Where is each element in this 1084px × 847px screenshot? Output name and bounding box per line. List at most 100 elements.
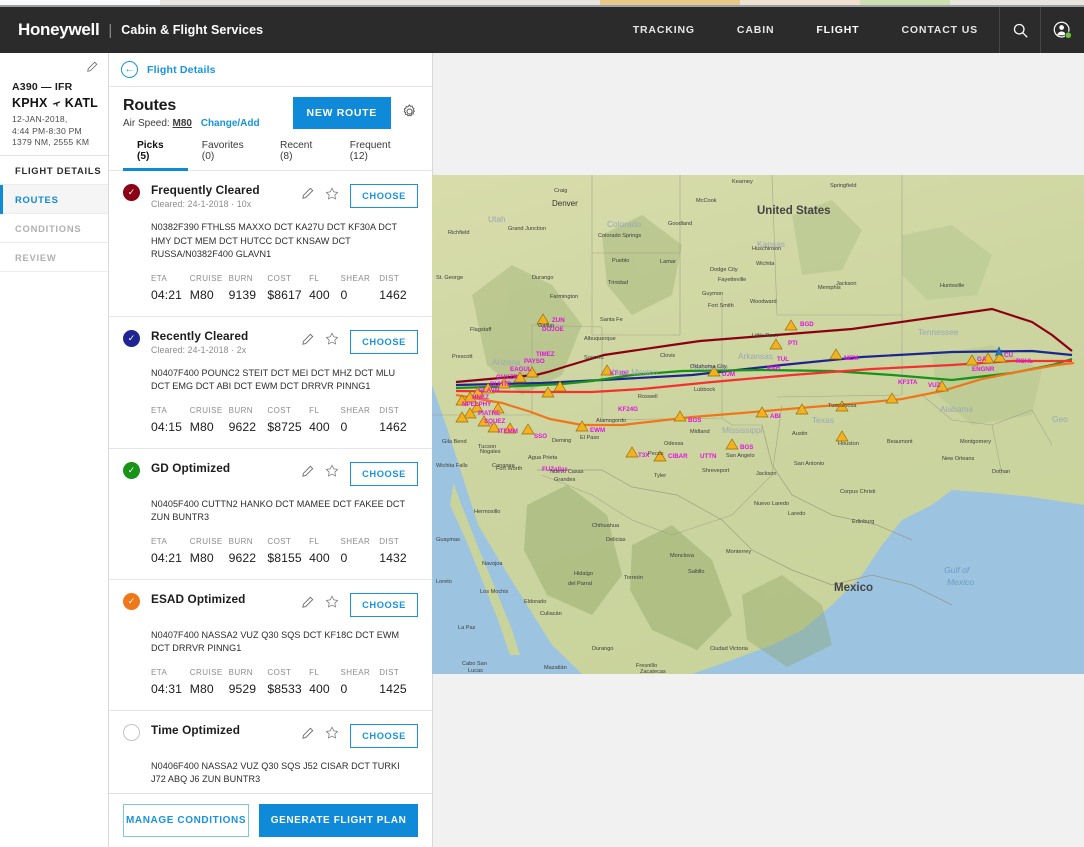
stat-label-cost: COST — [267, 667, 292, 677]
route-card[interactable]: ✓ GD Optimized CHOOSE N0405F400 CUTTN2 H… — [109, 449, 432, 580]
map-canvas[interactable]: BGD PTI PNH GA CU RSHL ENGNR VUZ ZUN DOJ… — [432, 175, 1084, 674]
route-card[interactable]: ✓ Frequently Cleared Cleared: 24-1-2018 … — [109, 171, 432, 317]
place-eldorado: Eldorado — [524, 599, 546, 605]
stat-label-cost: COST — [267, 405, 292, 415]
panel-header: Routes Air Speed: M80 Change/Add NEW ROU… — [109, 87, 432, 171]
edit-route-button[interactable] — [301, 596, 314, 614]
route-status-dot[interactable] — [123, 723, 140, 741]
edit-route-button[interactable] — [301, 727, 314, 745]
waypoint-label-itemm: ITEMM — [498, 428, 518, 435]
rail-item-review[interactable]: REVIEW — [0, 243, 108, 272]
stat-label-cost: COST — [267, 273, 292, 283]
waypoint-label-squez: SQUEZ — [484, 418, 506, 425]
favorite-route-button[interactable] — [325, 595, 339, 614]
rail-item-conditions[interactable]: CONDITIONS — [0, 214, 108, 243]
route-card[interactable]: ✓ Recently Cleared Cleared: 24-1-2018 · … — [109, 317, 432, 449]
edit-route-button[interactable] — [301, 187, 314, 205]
nav-link-contact-us[interactable]: CONTACT US — [880, 7, 999, 53]
place-zacatecas: Zacatecas — [640, 669, 666, 674]
route-status-dot[interactable]: ✓ — [123, 184, 140, 201]
route-card[interactable]: Time Optimized CHOOSE N0406F400 NASSA2 V… — [109, 711, 432, 794]
nav-link-cabin[interactable]: CABIN — [716, 7, 796, 53]
stat-value-cost: $8533 — [267, 681, 302, 696]
place-lamar: Lamar — [660, 259, 676, 265]
favorite-route-button[interactable] — [325, 187, 339, 206]
place-nogales: Nogales — [480, 449, 501, 455]
waypoint-label-kf3ta2: KF3TA — [898, 379, 918, 386]
stat-label-fl: FL — [309, 405, 320, 415]
search-icon — [1013, 23, 1028, 38]
choose-route-button[interactable]: CHOOSE — [350, 184, 418, 208]
route-status-dot[interactable]: ✓ — [123, 329, 140, 347]
favorite-route-button[interactable] — [325, 726, 339, 745]
choose-route-button[interactable]: CHOOSE — [350, 461, 418, 486]
stat-value-shear: 0 — [340, 550, 348, 565]
route-card-title: Time Optimized — [151, 722, 241, 737]
water-gulf-of-mexico: Gulf of — [944, 565, 971, 575]
waypoint-label-sso: SSO — [534, 433, 547, 440]
place-corpus-christi: Corpus Christi — [840, 489, 875, 495]
favorite-route-button[interactable] — [325, 332, 339, 351]
flight-map[interactable]: BGD PTI PNH GA CU RSHL ENGNR VUZ ZUN DOJ… — [432, 175, 1084, 674]
place-farmington: Farmington — [550, 294, 578, 300]
waypoint-label-glavn: GLAVN — [478, 387, 500, 394]
brand-name: Honeywell — [18, 20, 100, 39]
airspeed-value[interactable]: M80 — [172, 118, 191, 129]
place-guymon: Guymon — [702, 291, 723, 297]
stat-label-dist: DIST — [379, 536, 400, 546]
rail-item-flight-details[interactable]: FLIGHT DETAILS — [0, 156, 108, 185]
choose-route-button[interactable]: CHOOSE — [350, 723, 418, 748]
waypoint-label-eagul: EAGUL — [510, 366, 532, 373]
stat-label-dist: DIST — [379, 405, 400, 415]
routes-panel: ← Flight Details Routes Air Speed: M80 C… — [109, 53, 433, 847]
waypoint-label-bgs: BGS — [688, 417, 701, 424]
new-route-button[interactable]: NEW ROUTE — [292, 97, 391, 129]
choose-route-button[interactable]: CHOOSE — [350, 592, 418, 617]
edit-flight-button[interactable] — [86, 60, 98, 78]
back-to-flight-details[interactable]: ← Flight Details — [109, 53, 432, 87]
generate-flight-plan-button[interactable]: GENERATE FLIGHT PLAN — [259, 804, 418, 837]
tab-recent[interactable]: Recent (8) — [266, 140, 336, 170]
star-icon — [325, 187, 339, 199]
route-card[interactable]: ✓ ESAD Optimized CHOOSE N0407F400 NASSA2… — [109, 580, 432, 711]
pencil-icon — [302, 187, 314, 199]
place-santa-fe: Santa Fe — [600, 317, 623, 323]
waypoint-label-engnr: ENGNR — [972, 366, 995, 373]
change-add-link[interactable]: Change/Add — [201, 118, 260, 129]
place-clovis: Clovis — [660, 353, 675, 359]
favorite-route-button[interactable] — [325, 464, 339, 483]
place-lubbock: Lubbock — [694, 387, 715, 393]
tab-picks[interactable]: Picks (5) — [123, 140, 188, 171]
nav-link-flight[interactable]: FLIGHT — [795, 7, 880, 53]
stat-label-burn: BURN — [228, 273, 254, 283]
edit-route-button[interactable] — [301, 465, 314, 483]
place-wichita-falls2: Wichita Falls — [436, 463, 468, 469]
route-status-dot[interactable]: ✓ — [123, 461, 140, 479]
stat-label-eta: ETA — [151, 405, 168, 415]
stat-label-burn: BURN — [228, 536, 254, 546]
place-deming: Deming — [552, 438, 571, 444]
edit-route-button[interactable] — [301, 333, 314, 351]
state-tennessee: Tennessee — [918, 327, 959, 337]
waypoint-label-timez: TIMEZ — [536, 351, 555, 358]
account-button[interactable] — [1040, 7, 1084, 53]
choose-route-button[interactable]: CHOOSE — [350, 329, 418, 354]
stat-value-cost: $8725 — [267, 419, 302, 434]
nav-link-tracking[interactable]: TRACKING — [612, 7, 716, 53]
place-culiacan: Culiacán — [540, 611, 562, 617]
rail-item-routes[interactable]: ROUTES — [0, 185, 108, 214]
stat-value-eta: 04:15 — [151, 419, 182, 434]
settings-button[interactable] — [401, 103, 418, 125]
place-edinburg: Edinburg — [852, 519, 874, 525]
stat-label-cruise: CRUISE — [189, 405, 223, 415]
route-status-dot[interactable]: ✓ — [123, 592, 140, 610]
tab-frequent[interactable]: Frequent (12) — [336, 140, 418, 170]
waypoint-label-ga: GA — [977, 356, 987, 363]
search-button[interactable] — [999, 7, 1040, 53]
waypoint-label-kf24g2: KF24G — [618, 406, 638, 413]
manage-conditions-button[interactable]: MANAGE CONDITIONS — [123, 804, 250, 837]
tab-favorites[interactable]: Favorites (0) — [188, 140, 266, 170]
brand-logo[interactable]: Honeywell | Cabin & Flight Services — [0, 20, 263, 40]
place-prescott: Prescott — [452, 354, 473, 360]
state-utah: Utah — [488, 214, 506, 224]
